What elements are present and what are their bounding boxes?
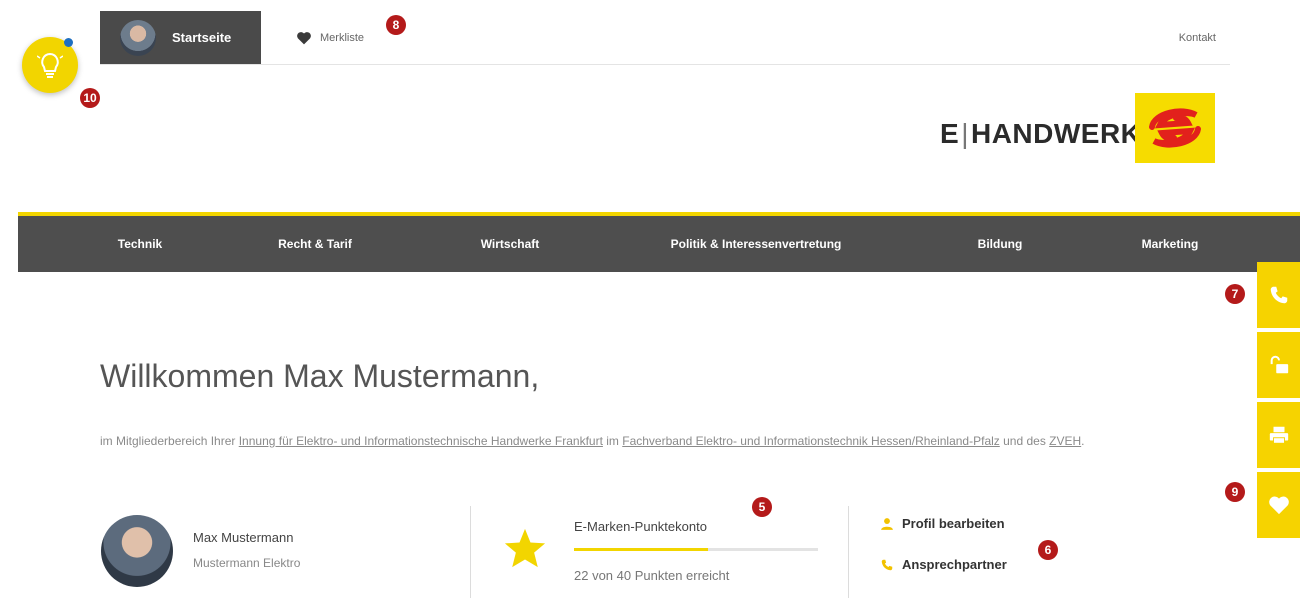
contact-person-label: Ansprechpartner <box>902 557 1007 572</box>
star-icon <box>504 528 546 568</box>
unlock-icon <box>1270 355 1288 374</box>
intro-text-4: . <box>1081 434 1085 448</box>
callout-7: 7 <box>1225 284 1245 304</box>
main-navigation: Technik Recht & Tarif Wirtschaft Politik… <box>18 212 1300 272</box>
logo-part-handwerk: HANDWERK <box>970 118 1142 149</box>
side-print-button[interactable] <box>1257 402 1300 468</box>
points-status: 22 von 40 Punkten erreicht <box>574 568 730 583</box>
side-watchlist-button[interactable] <box>1257 472 1300 538</box>
edit-profile-link[interactable]: Profil bearbeiten <box>880 516 1005 531</box>
logo-part-e: E <box>940 118 960 149</box>
side-phone-button[interactable] <box>1257 262 1300 328</box>
divider <box>470 506 471 598</box>
points-progress-fill <box>574 548 709 551</box>
phone-icon <box>881 559 893 570</box>
logo-separator: | <box>961 118 969 149</box>
profile-avatar <box>101 515 173 587</box>
contact-person-link[interactable]: Ansprechpartner <box>880 557 1007 572</box>
lightbulb-icon <box>37 52 63 78</box>
contact-label: Kontakt <box>1178 31 1216 44</box>
callout-10: 10 <box>80 88 100 108</box>
side-action-bar <box>1257 262 1300 542</box>
printer-icon <box>1269 426 1288 444</box>
e-marke-logo[interactable] <box>1135 93 1215 163</box>
top-bar: Startseite Merkliste Kontakt <box>100 11 1230 65</box>
welcome-heading: Willkommen Max Mustermann, <box>100 358 540 394</box>
callout-5: 5 <box>752 497 772 517</box>
divider <box>848 506 849 598</box>
guild-link[interactable]: Innung für Elektro- und Informationstech… <box>239 434 603 448</box>
nav-item-wirtschaft[interactable]: Wirtschaft <box>481 216 540 272</box>
notification-dot <box>64 38 73 47</box>
home-tab-label: Startseite <box>172 30 232 45</box>
logo-text[interactable]: E|HANDWERK <box>940 118 1141 150</box>
heart-icon <box>297 31 311 44</box>
intro-text-2: im <box>602 434 623 448</box>
watchlist-link[interactable]: Merkliste <box>296 11 364 64</box>
nav-item-technik[interactable]: Technik <box>118 216 162 272</box>
e-logo-icon <box>1149 108 1201 148</box>
nav-item-bildung[interactable]: Bildung <box>978 216 1023 272</box>
heart-icon <box>1268 496 1289 515</box>
user-avatar-small <box>120 19 156 56</box>
callout-9: 9 <box>1225 482 1245 502</box>
intro-text-1: im Mitgliederbereich Ihrer <box>100 434 239 448</box>
zveh-link[interactable]: ZVEH <box>1049 434 1081 448</box>
phone-icon <box>1270 286 1287 304</box>
profile-name: Max Mustermann <box>193 530 294 545</box>
watchlist-label: Merkliste <box>320 31 365 44</box>
nav-item-politik[interactable]: Politik & Interessenvertretung <box>671 216 842 272</box>
points-progress-bar <box>574 548 818 551</box>
callout-6: 6 <box>1038 540 1058 560</box>
nav-item-marketing[interactable]: Marketing <box>1142 216 1199 272</box>
profile-company: Mustermann Elektro <box>193 556 301 570</box>
association-link[interactable]: Fachverband Elektro- und Informationstec… <box>622 434 1000 448</box>
intro-text-3: und des <box>999 434 1050 448</box>
contact-link[interactable]: Kontakt <box>1179 11 1216 64</box>
user-icon <box>881 517 893 530</box>
side-unlock-button[interactable] <box>1257 332 1300 398</box>
welcome-intro: im Mitgliederbereich Ihrer Innung für El… <box>100 432 1210 451</box>
points-title: E-Marken-Punktekonto <box>574 519 707 534</box>
callout-8: 8 <box>386 15 406 35</box>
nav-item-recht-tarif[interactable]: Recht & Tarif <box>278 216 352 272</box>
home-tab[interactable]: Startseite <box>100 11 261 64</box>
edit-profile-label: Profil bearbeiten <box>902 516 1005 531</box>
